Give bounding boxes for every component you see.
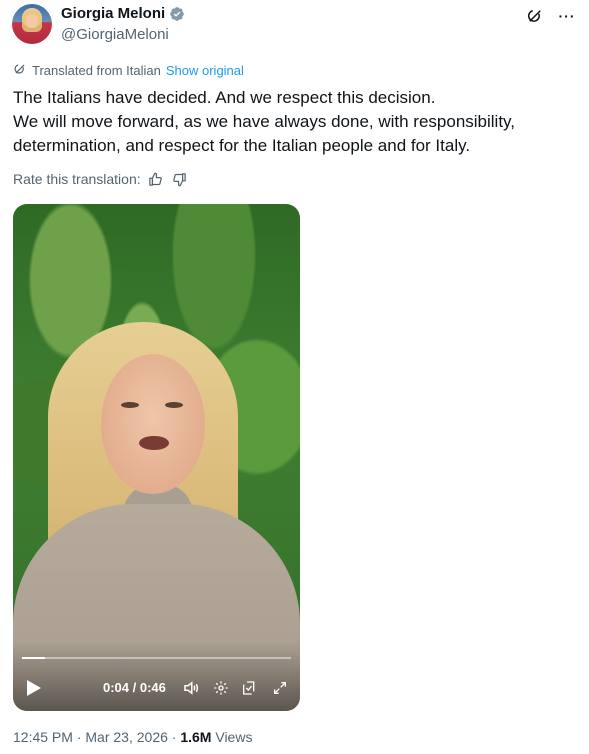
video-player[interactable]: 0:04 / 0:46	[13, 204, 300, 711]
translate-icon	[13, 62, 27, 79]
view-count[interactable]: 1.6M	[180, 729, 211, 745]
rate-translation-row: Rate this translation:	[13, 170, 189, 188]
video-frame-face	[101, 354, 205, 494]
rate-translation-label: Rate this translation:	[13, 171, 141, 187]
header-actions: ···	[525, 6, 577, 26]
thumbs-up-icon[interactable]	[147, 170, 165, 188]
author-name-row: Giorgia Meloni	[61, 5, 185, 22]
play-icon[interactable]	[26, 679, 42, 697]
author-display-name[interactable]: Giorgia Meloni	[61, 5, 165, 22]
translation-row: Translated from Italian Show original	[13, 62, 244, 79]
tweet-text-line: We will move forward, as we have always …	[13, 112, 516, 131]
settings-icon[interactable]	[211, 678, 231, 698]
tweet-text: The Italians have decided. And we respec…	[13, 86, 573, 158]
fullscreen-icon[interactable]	[270, 678, 290, 698]
tweet-text-line: determination, and respect for the Itali…	[13, 136, 471, 155]
tweet-time[interactable]: 12:45 PM	[13, 729, 73, 745]
video-progress-fill	[22, 657, 46, 659]
translation-note: Translated from Italian	[32, 63, 161, 78]
meta-separator: ·	[171, 729, 177, 745]
video-frame-eye	[165, 402, 183, 408]
show-original-link[interactable]: Show original	[166, 63, 244, 78]
video-frame-eye	[121, 402, 139, 408]
views-label: Views	[215, 729, 253, 745]
tweet-header: Giorgia Meloni @GiorgiaMeloni ···	[12, 4, 577, 48]
avatar[interactable]	[12, 4, 52, 44]
video-controls-shade	[13, 641, 300, 711]
avatar-face	[26, 14, 38, 28]
video-progress-bar[interactable]	[22, 657, 291, 659]
verified-badge-icon[interactable]	[169, 6, 185, 22]
tweet-meta: 12:45 PM · Mar 23, 2026 · 1.6M Views	[13, 729, 252, 745]
captions-icon[interactable]	[239, 678, 259, 698]
tweet-date[interactable]: Mar 23, 2026	[85, 729, 168, 745]
volume-icon[interactable]	[181, 678, 201, 698]
author-handle[interactable]: @GiorgiaMeloni	[61, 26, 169, 43]
meta-separator: ·	[76, 729, 82, 745]
video-time: 0:04 / 0:46	[103, 680, 166, 695]
thumbs-down-icon[interactable]	[171, 170, 189, 188]
tweet-text-line: The Italians have decided. And we respec…	[13, 88, 436, 107]
grok-icon[interactable]	[525, 6, 545, 26]
more-icon[interactable]: ···	[557, 6, 577, 26]
video-frame-mouth	[139, 436, 169, 450]
